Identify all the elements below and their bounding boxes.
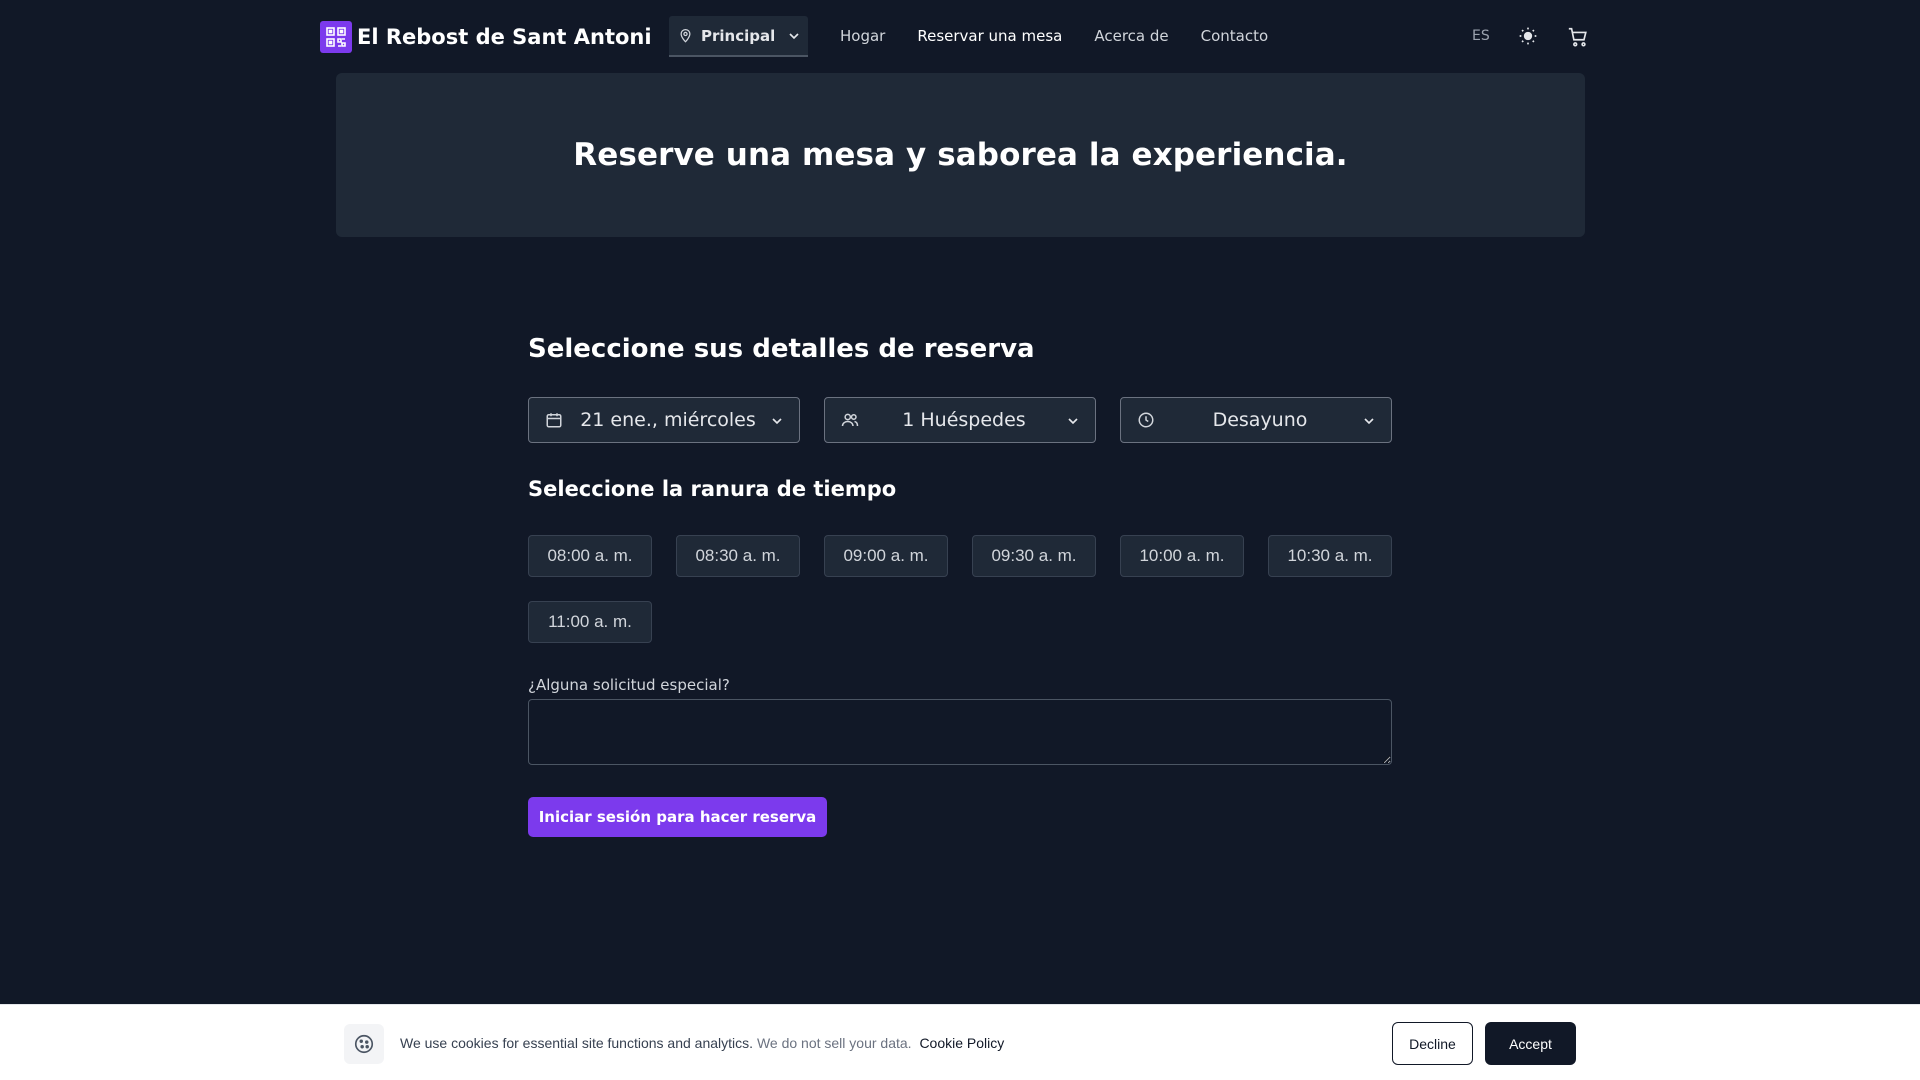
- cart-icon: [1568, 27, 1587, 47]
- date-select[interactable]: 21 ene., miércoles: [528, 397, 800, 443]
- decline-cookies-button[interactable]: Decline: [1392, 1022, 1473, 1065]
- special-request-label: ¿Alguna solicitud especial?: [528, 676, 730, 694]
- site-header: El Rebost de Sant Antoni Principal Hogar…: [0, 0, 1920, 73]
- clock-icon: [1138, 412, 1154, 428]
- cookie-text: We use cookies for essential site functi…: [400, 1035, 754, 1051]
- guests-select[interactable]: 1 Huéspedes: [824, 397, 1096, 443]
- hero-banner: Reserve una mesa y saborea la experienci…: [336, 73, 1585, 237]
- nav-acerca[interactable]: Acerca de: [1094, 27, 1168, 45]
- main-nav: Hogar Reservar una mesa Acerca de Contac…: [840, 27, 1300, 45]
- chevron-down-icon: [789, 33, 799, 40]
- location-select[interactable]: Principal: [669, 16, 808, 57]
- location-label: Principal: [701, 26, 776, 45]
- guests-value: 1 Huéspedes: [902, 409, 1026, 431]
- chevron-down-icon: [772, 418, 782, 425]
- date-value: 21 ene., miércoles: [580, 409, 756, 431]
- time-slot-button[interactable]: 08:30 a. m.: [676, 535, 800, 577]
- nav-reservar[interactable]: Reservar una mesa: [917, 27, 1062, 45]
- cookie-policy-link[interactable]: Cookie Policy: [919, 1035, 1004, 1051]
- login-to-book-button[interactable]: Iniciar sesión para hacer reserva: [528, 797, 827, 837]
- sun-icon: [1519, 27, 1537, 45]
- meal-select[interactable]: Desayuno: [1120, 397, 1392, 443]
- meal-value: Desayuno: [1212, 409, 1308, 431]
- brand-link[interactable]: El Rebost de Sant Antoni: [320, 21, 652, 53]
- time-slot-button[interactable]: 09:30 a. m.: [972, 535, 1096, 577]
- time-slot-title: Seleccione la ranura de tiempo: [528, 477, 897, 501]
- map-pin-icon: [680, 28, 691, 43]
- chevron-down-icon: [1364, 418, 1374, 425]
- cookie-message: We use cookies for essential site functi…: [400, 1035, 1004, 1051]
- qr-code-logo-icon: [320, 21, 352, 53]
- cookie-icon: [344, 1024, 384, 1064]
- chevron-down-icon: [1068, 418, 1078, 425]
- time-slot-button[interactable]: 10:30 a. m.: [1268, 535, 1392, 577]
- accept-cookies-button[interactable]: Accept: [1485, 1022, 1576, 1065]
- hero-title: Reserve una mesa y saborea la experienci…: [573, 137, 1348, 173]
- users-icon: [841, 413, 859, 427]
- cart-button[interactable]: [1567, 26, 1589, 52]
- cookie-muted-text: We do not sell your data.: [756, 1035, 912, 1051]
- brand-name: El Rebost de Sant Antoni: [357, 25, 652, 49]
- time-slot-button[interactable]: 10:00 a. m.: [1120, 535, 1244, 577]
- time-slot-button[interactable]: 11:00 a. m.: [528, 601, 652, 643]
- calendar-icon: [546, 413, 562, 428]
- nav-contacto[interactable]: Contacto: [1201, 27, 1269, 45]
- nav-hogar[interactable]: Hogar: [840, 27, 885, 45]
- language-switcher[interactable]: ES: [1472, 28, 1490, 44]
- time-slot-button[interactable]: 09:00 a. m.: [824, 535, 948, 577]
- theme-toggle-button[interactable]: [1518, 26, 1538, 50]
- special-request-textarea[interactable]: [528, 699, 1392, 765]
- time-slot-button[interactable]: 08:00 a. m.: [528, 535, 652, 577]
- booking-details-title: Seleccione sus detalles de reserva: [528, 334, 1035, 364]
- cookie-banner: We use cookies for essential site functi…: [0, 1004, 1920, 1080]
